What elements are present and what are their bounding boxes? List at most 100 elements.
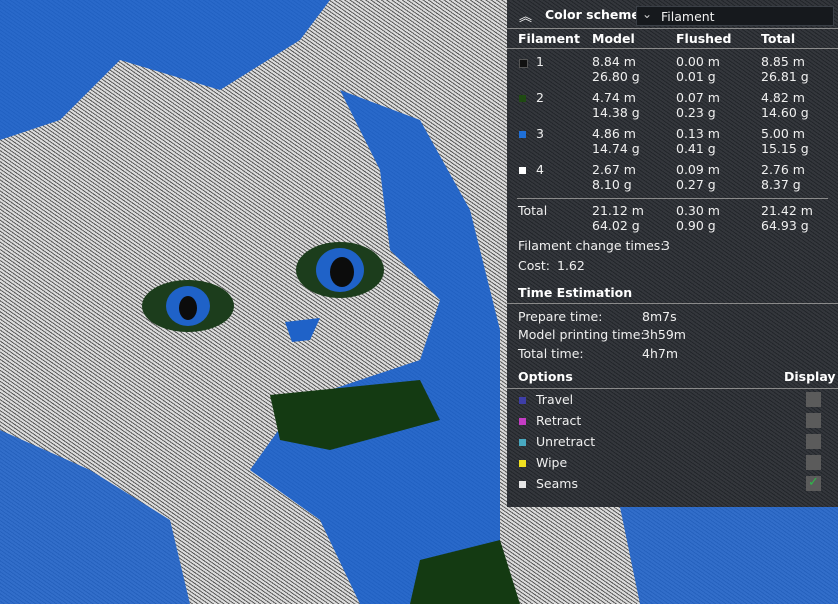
blue-region-left bbox=[0, 0, 330, 140]
unretract-display-checkbox[interactable] bbox=[806, 434, 821, 449]
blue-region-bottom-left bbox=[0, 430, 190, 604]
total-label: Total bbox=[518, 203, 548, 218]
total-length: 4.82 m bbox=[761, 90, 805, 105]
flushed-length: 0.00 m bbox=[676, 54, 720, 69]
model-length: 4.86 m bbox=[592, 126, 636, 141]
filament-color-swatch bbox=[519, 95, 526, 102]
model-weight: 14.38 g bbox=[592, 105, 640, 120]
travel-display-checkbox[interactable] bbox=[806, 392, 821, 407]
filament-color-swatch bbox=[519, 59, 528, 68]
model-length: 2.67 m bbox=[592, 162, 636, 177]
col-model: Model bbox=[592, 31, 635, 46]
col-total: Total bbox=[761, 31, 796, 46]
model-weight: 64.02 g bbox=[592, 218, 640, 233]
total-length: 5.00 m bbox=[761, 126, 805, 141]
model-length: 8.84 m bbox=[592, 54, 636, 69]
total-divider bbox=[517, 198, 828, 199]
header-divider bbox=[507, 28, 838, 29]
col-filament: Filament bbox=[518, 31, 580, 46]
display-column-label: Display bbox=[784, 369, 836, 384]
option-label: Unretract bbox=[536, 434, 596, 449]
option-row-retract: Retract bbox=[507, 413, 838, 434]
time-divider bbox=[507, 303, 838, 304]
filament-id: 3 bbox=[536, 126, 544, 141]
model-weight: 8.10 g bbox=[592, 177, 632, 192]
left-eye-pupil bbox=[179, 296, 197, 320]
total-length: 2.76 m bbox=[761, 162, 805, 177]
option-label: Retract bbox=[536, 413, 582, 428]
flushed-weight: 0.27 g bbox=[676, 177, 716, 192]
color-scheme-select[interactable]: ⌄ Filament bbox=[636, 6, 834, 26]
filament-id: 1 bbox=[536, 54, 544, 69]
total-weight: 64.93 g bbox=[761, 218, 809, 233]
cost-value: 1.62 bbox=[557, 258, 585, 273]
model-length: 4.74 m bbox=[592, 90, 636, 105]
seams-color-swatch bbox=[519, 481, 526, 488]
model-weight: 26.80 g bbox=[592, 69, 640, 84]
right-eye-pupil bbox=[330, 257, 354, 287]
flushed-weight: 0.23 g bbox=[676, 105, 716, 120]
total-weight: 8.37 g bbox=[761, 177, 801, 192]
filament-change-value: 3 bbox=[662, 238, 670, 253]
option-row-seams: Seams ✓ bbox=[507, 475, 838, 497]
blue-region-bottom-right bbox=[620, 507, 838, 604]
table-total-row: Total 21.12 m 64.02 g 0.30 m 0.90 g 21.4… bbox=[507, 203, 838, 237]
statistics-panel: ︽ Color scheme ⌄ Filament Filament Model… bbox=[507, 0, 838, 507]
table-row: 3 4.86 m 14.74 g 0.13 m 0.41 g 5.00 m 15… bbox=[507, 126, 838, 160]
flushed-weight: 0.90 g bbox=[676, 218, 716, 233]
wipe-display-checkbox[interactable] bbox=[806, 455, 821, 470]
options-divider bbox=[507, 388, 838, 389]
nose bbox=[285, 318, 320, 342]
filament-change-label: Filament change times: bbox=[518, 238, 665, 253]
prepare-time-label: Prepare time: bbox=[518, 309, 603, 324]
blue-region-right bbox=[250, 90, 500, 604]
collapse-chevron-icon[interactable]: ︽ bbox=[519, 6, 532, 25]
retract-display-checkbox[interactable] bbox=[806, 413, 821, 428]
total-time-label: Total time: bbox=[518, 346, 584, 361]
total-length: 8.85 m bbox=[761, 54, 805, 69]
flushed-length: 0.09 m bbox=[676, 162, 720, 177]
retract-color-swatch bbox=[519, 418, 526, 425]
option-row-wipe: Wipe bbox=[507, 455, 838, 476]
color-scheme-selected-value: Filament bbox=[661, 9, 715, 24]
col-flushed: Flushed bbox=[676, 31, 732, 46]
prepare-time-value: 8m7s bbox=[642, 309, 677, 324]
table-header-divider bbox=[507, 48, 838, 49]
option-row-unretract: Unretract bbox=[507, 434, 838, 455]
total-length: 21.42 m bbox=[761, 203, 813, 218]
option-label: Seams bbox=[536, 476, 578, 491]
option-row-travel: Travel bbox=[507, 392, 838, 413]
flushed-length: 0.07 m bbox=[676, 90, 720, 105]
model-weight: 14.74 g bbox=[592, 141, 640, 156]
model-printing-time-label: Model printing time: bbox=[518, 327, 645, 342]
table-row: 4 2.67 m 8.10 g 0.09 m 0.27 g 2.76 m 8.3… bbox=[507, 162, 838, 196]
filament-id: 4 bbox=[536, 162, 544, 177]
flushed-weight: 0.41 g bbox=[676, 141, 716, 156]
total-time-value: 4h7m bbox=[642, 346, 679, 361]
time-estimation-title: Time Estimation bbox=[518, 285, 633, 300]
chevron-down-icon: ⌄ bbox=[642, 7, 653, 21]
wipe-color-swatch bbox=[519, 460, 526, 467]
table-row: 1 8.84 m 26.80 g 0.00 m 0.01 g 8.85 m 26… bbox=[507, 54, 838, 88]
checkmark-icon: ✓ bbox=[808, 475, 819, 490]
filament-id: 2 bbox=[536, 90, 544, 105]
filament-color-swatch bbox=[519, 131, 526, 138]
unretract-color-swatch bbox=[519, 439, 526, 446]
total-weight: 14.60 g bbox=[761, 105, 809, 120]
filament-color-swatch bbox=[519, 167, 526, 174]
options-title: Options bbox=[518, 369, 573, 384]
total-weight: 15.15 g bbox=[761, 141, 809, 156]
color-scheme-title: Color scheme bbox=[545, 7, 640, 22]
cost-label: Cost: bbox=[518, 258, 551, 273]
flushed-length: 0.13 m bbox=[676, 126, 720, 141]
option-label: Travel bbox=[536, 392, 574, 407]
total-weight: 26.81 g bbox=[761, 69, 809, 84]
flushed-length: 0.30 m bbox=[676, 203, 720, 218]
seams-display-checkbox[interactable]: ✓ bbox=[806, 475, 821, 491]
model-printing-time-value: 3h59m bbox=[642, 327, 686, 342]
flushed-weight: 0.01 g bbox=[676, 69, 716, 84]
model-length: 21.12 m bbox=[592, 203, 644, 218]
travel-color-swatch bbox=[519, 397, 526, 404]
table-row: 2 4.74 m 14.38 g 0.07 m 0.23 g 4.82 m 14… bbox=[507, 90, 838, 124]
option-label: Wipe bbox=[536, 455, 568, 470]
